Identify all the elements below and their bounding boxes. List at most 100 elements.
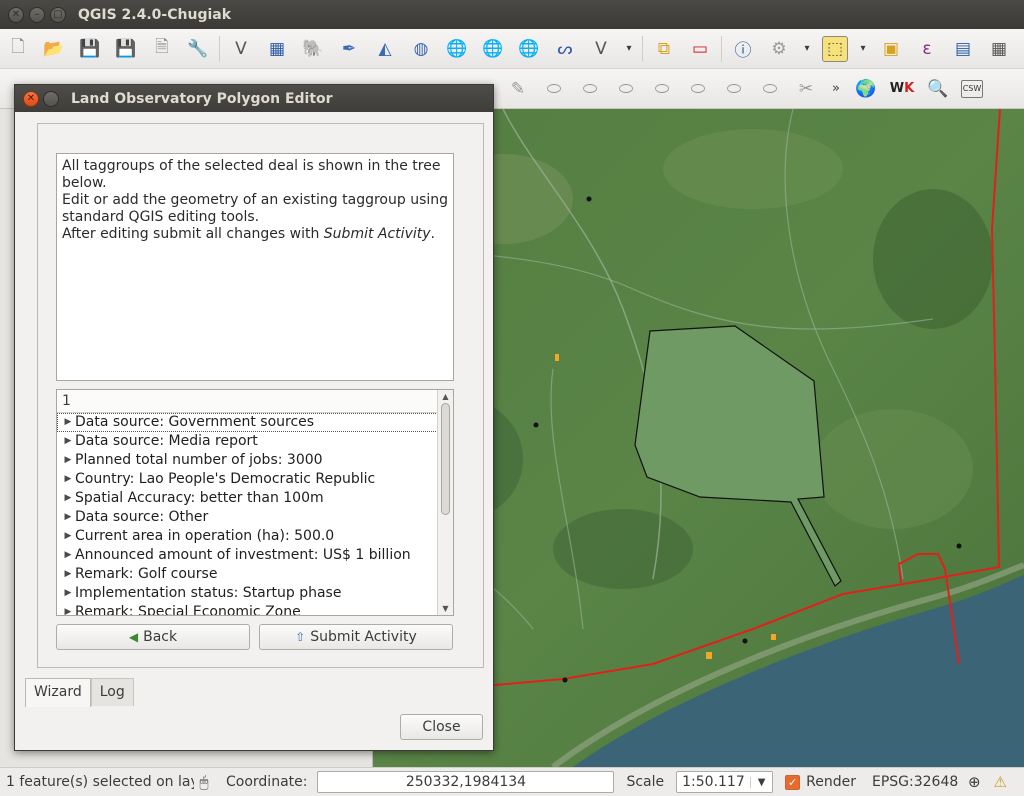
new-print-composer-icon[interactable]: 🗎 [149,36,175,62]
add-wms-icon[interactable]: 🌐 [444,36,470,62]
maximize-window-button[interactable]: □ [50,6,66,23]
tree-item[interactable]: ▶ Spatial Accuracy: better than 100m [57,489,438,508]
coordinate-field[interactable]: 250332,1984134 [317,771,615,793]
tree-item[interactable]: ▶ Country: Lao People's Democratic Republ… [57,470,438,489]
open-project-icon[interactable]: 📂 [41,36,67,62]
new-project-icon[interactable]: 🗋 [5,36,31,62]
warning-icon[interactable]: ⚠ [990,772,1010,792]
crs-globe-icon[interactable]: ⊕ [964,772,984,792]
taggroup-tree[interactable]: 1 ▶ Data source: Government sources ▶ Data… [56,389,454,616]
csw-plugin-icon[interactable]: CSW [961,79,983,98]
identify-icon[interactable]: ⓘ [730,36,756,62]
run-feature-action-dropdown-icon[interactable]: ▾ [802,36,812,62]
expand-arrow-icon[interactable]: ▶ [57,470,75,489]
more-tools-icon[interactable]: » [829,76,843,102]
coordinate-label: Coordinate: [226,774,308,790]
tree-item-label: Data source: Media report [75,433,258,449]
tree-item[interactable]: ▶ Data source: Other [57,508,438,527]
expand-arrow-icon[interactable]: ▶ [57,527,75,546]
delete-part-icon[interactable]: ⬭ [685,76,711,102]
scrollbar-thumb[interactable] [441,403,450,515]
chevron-down-icon[interactable]: ▼ [750,776,772,788]
remove-layer-icon[interactable]: ▭ [687,36,713,62]
select-features-icon[interactable]: ⬚ [822,35,848,62]
add-spatialite-icon[interactable]: ✒ [336,36,362,62]
digitize-icon[interactable]: ✎ [505,76,531,102]
expand-arrow-icon[interactable]: ▶ [57,603,75,615]
close-button[interactable]: Close [400,714,483,740]
save-as-icon[interactable]: 💾 [113,36,139,62]
map-point [742,638,748,644]
render-label: Render [806,774,856,790]
search-plugin-icon[interactable]: 🔍 [925,76,951,102]
scale-combobox[interactable]: 1:50.117 ▼ [676,771,774,793]
reshape-icon[interactable]: ⬭ [721,76,747,102]
toolbar-separator [721,35,722,62]
map-point [533,422,539,428]
tree-item[interactable]: ▶ Current area in operation (ha): 500.0 [57,527,438,546]
expand-arrow-icon[interactable]: ▶ [57,508,75,527]
layer-dropdown-icon[interactable]: ▾ [624,36,634,62]
tree-item[interactable]: ▶ Planned total number of jobs: 3000 [57,451,438,470]
wkt-plugin-icon[interactable]: WK [889,76,915,102]
add-part-icon[interactable]: ⬭ [577,76,603,102]
add-oracle-icon[interactable]: ◍ [408,36,434,62]
crs-label[interactable]: EPSG:32648 [872,774,958,790]
tree-item[interactable]: ▶ Announced amount of investment: US$ 1 b… [57,546,438,565]
offset-curve-icon[interactable]: ⬭ [757,76,783,102]
tab-log[interactable]: Log [90,678,134,706]
expand-arrow-icon[interactable]: ▶ [57,546,75,565]
save-project-icon[interactable]: 💾 [77,36,103,62]
new-spatialite-layer-icon[interactable]: ⧉ [651,36,677,62]
window-title: QGIS 2.4.0-Chugiak [78,6,232,23]
minimize-window-button[interactable]: – [29,6,45,23]
field-calculator-icon[interactable]: ▦ [986,36,1012,62]
submit-activity-button[interactable]: ⇧ Submit Activity [259,624,453,650]
tab-wizard[interactable]: Wizard [25,678,91,707]
render-checkbox[interactable]: ✓ [785,774,801,790]
add-raster-layer-icon[interactable]: ▦ [264,36,290,62]
expand-arrow-icon[interactable]: ▶ [57,413,75,432]
expression-select-icon[interactable]: ε [914,36,940,62]
add-wfs-icon[interactable]: 🌐 [516,36,542,62]
new-shapefile-icon[interactable]: V [588,36,614,62]
tree-scrollbar[interactable]: ▲ ▼ [437,390,453,615]
add-wcs-icon[interactable]: 🌐 [480,36,506,62]
tree-item[interactable]: ▶ Remark: Golf course [57,565,438,584]
attribute-table-icon[interactable]: ▤ [950,36,976,62]
back-button[interactable]: ◀ Back [56,624,250,650]
scroll-down-icon[interactable]: ▼ [438,602,453,615]
scale-value: 1:50.117 [682,774,745,790]
expand-arrow-icon[interactable]: ▶ [57,489,75,508]
add-delimited-text-icon[interactable]: ᔕ [552,36,578,62]
split-features-icon[interactable]: ✂ [793,76,819,102]
close-window-button[interactable]: ✕ [8,6,24,23]
expand-arrow-icon[interactable]: ▶ [57,432,75,451]
add-ring-icon[interactable]: ⬭ [541,76,567,102]
dialog-minimize-icon[interactable] [43,90,59,107]
tree-header[interactable]: 1 [57,390,438,413]
tree-item[interactable]: ▶ Data source: Government sources [57,413,438,432]
dialog-close-icon[interactable]: ✕ [23,90,39,107]
tree-item[interactable]: ▶ Data source: Media report [57,432,438,451]
toolbar-separator [642,35,643,62]
main-toolbar: 🗋 📂 💾 💾 🗎 🔧 V ▦ 🐘 ✒ ◭ ◍ 🌐 🌐 🌐 ᔕ V ▾ ⧉ ▭ … [0,29,1024,69]
composer-manager-icon[interactable]: 🔧 [185,36,211,62]
scroll-up-icon[interactable]: ▲ [438,390,453,403]
expand-arrow-icon[interactable]: ▶ [57,584,75,603]
expand-arrow-icon[interactable]: ▶ [57,565,75,584]
globe-plugin-icon[interactable]: 🌍 [853,76,879,102]
map-point [562,677,568,683]
add-vector-layer-icon[interactable]: V [228,36,254,62]
add-mssql-icon[interactable]: ◭ [372,36,398,62]
tree-item[interactable]: ▶ Implementation status: Startup phase [57,584,438,603]
fill-ring-icon[interactable]: ⬭ [613,76,639,102]
select-dropdown-icon[interactable]: ▾ [858,36,868,62]
run-feature-action-icon[interactable]: ⚙ [766,36,792,62]
deselect-all-icon[interactable]: ▣ [878,36,904,62]
mouse-icon[interactable]: 🖱 [194,772,214,792]
delete-ring-icon[interactable]: ⬭ [649,76,675,102]
tree-item[interactable]: ▶ Remark: Special Economic Zone [57,603,438,615]
add-postgis-icon[interactable]: 🐘 [300,36,326,62]
expand-arrow-icon[interactable]: ▶ [57,451,75,470]
